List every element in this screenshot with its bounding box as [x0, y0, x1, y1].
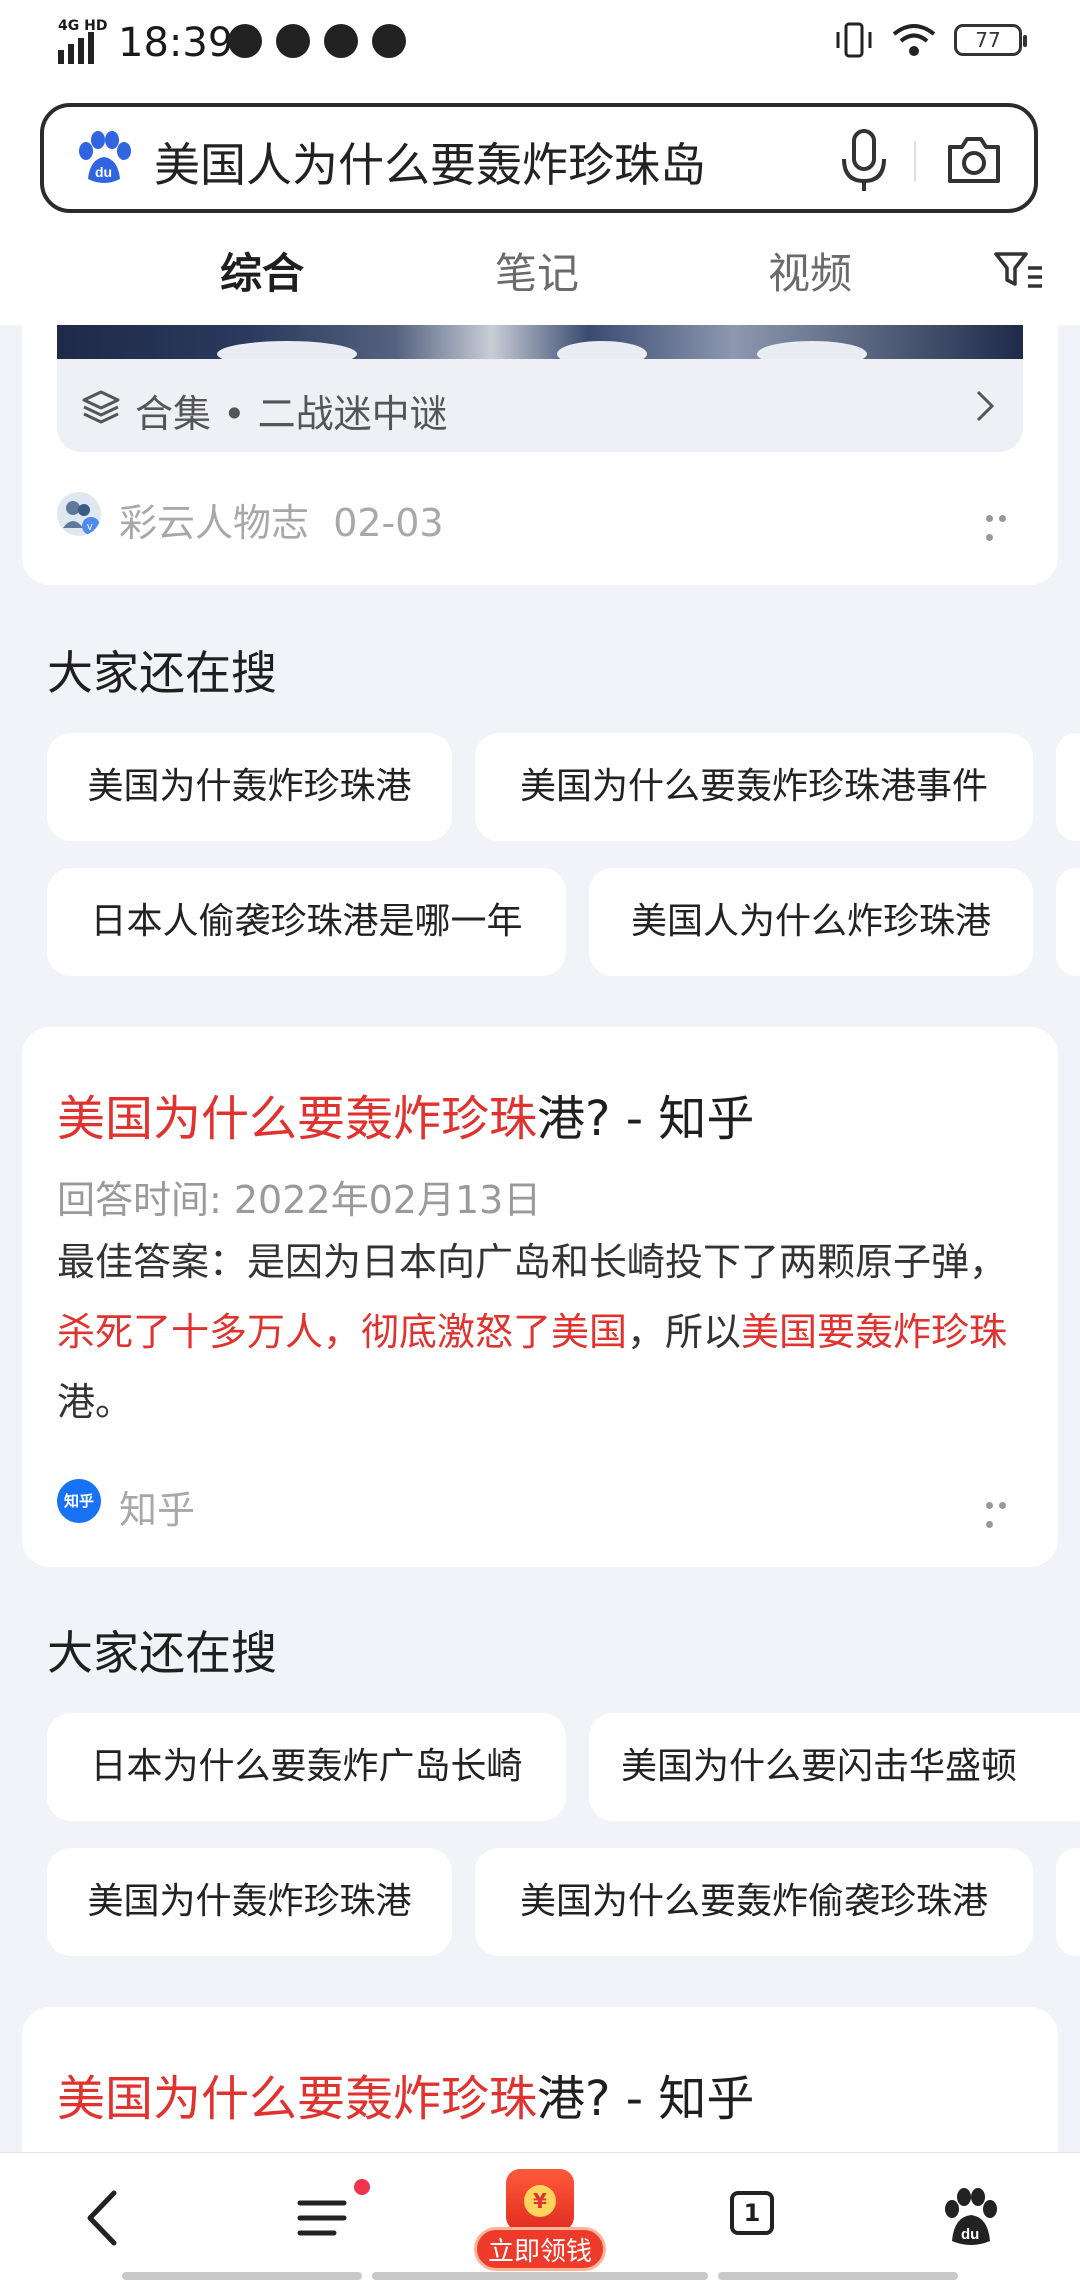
result-snippet: 最佳答案：是因为日本向广岛和长崎投下了两颗原子弹， 杀死了十多万人，彻底激怒了美国…	[57, 1227, 1023, 1437]
title-highlight: 美国为什么要轰炸珍珠	[57, 1091, 538, 1147]
more-options-icon[interactable]	[986, 507, 1020, 541]
snippet-highlight: 美国要轰炸珍珠	[741, 1310, 1008, 1354]
coin-icon: ¥	[524, 2185, 556, 2217]
title-rest: 港? - 知乎	[537, 1091, 755, 1147]
related-searches-title: 大家还在搜	[47, 1626, 277, 1680]
tab-notes[interactable]: 笔记	[495, 240, 579, 301]
answer-date: 回答时间: 2022年02月13日	[57, 1178, 542, 1222]
related-search-chip[interactable]: 日本为什么要轰炸广岛长崎	[47, 1713, 566, 1821]
tab-all[interactable]: 综合	[220, 240, 304, 301]
baidu-home-icon[interactable]: du	[936, 2183, 1006, 2253]
author-name[interactable]: 彩云人物志	[119, 501, 309, 545]
related-search-chip[interactable]: 美国人为什么炸珍珠港	[589, 868, 1033, 976]
microphone-icon[interactable]	[834, 125, 894, 195]
related-search-chip-overflow[interactable]	[1056, 868, 1080, 976]
related-search-chip-overflow[interactable]	[1056, 1848, 1080, 1956]
related-search-chip[interactable]: 日本人偷袭珍珠港是哪一年	[47, 868, 566, 976]
result-title[interactable]: 美国为什么要轰炸珍珠港? - 知乎	[57, 2059, 754, 2129]
cat-app-icon-2	[372, 24, 406, 58]
tab-videos[interactable]: 视频	[768, 240, 852, 301]
filter-icon[interactable]	[992, 248, 1044, 292]
camera-icon[interactable]	[944, 131, 1004, 187]
layers-icon	[82, 390, 120, 424]
speed-icon	[276, 24, 310, 58]
cloud-shape	[217, 341, 357, 359]
vibrate-icon	[836, 22, 872, 58]
chevron-right-icon	[976, 390, 995, 422]
collection-label: 合集 • 二战迷中谜	[135, 392, 448, 436]
gesture-bar	[718, 2272, 958, 2280]
menu-icon[interactable]	[290, 2183, 360, 2253]
source-name[interactable]: 知乎	[119, 1479, 195, 1534]
related-searches-title: 大家还在搜	[47, 646, 277, 700]
svg-text:du: du	[95, 164, 112, 180]
search-result-card[interactable]: 美国为什么要轰炸珍珠港? - 知乎 回答时间: 2022年02月13日 最佳答案…	[22, 1027, 1058, 1567]
snippet-highlight: 杀死了十多万人，彻底激怒了美国	[57, 1310, 628, 1354]
wifi-icon	[892, 24, 936, 56]
snippet-text: ，所以	[627, 1310, 742, 1354]
clock: 18:39	[118, 20, 234, 66]
search-divider	[914, 141, 916, 181]
gesture-bar	[372, 2272, 708, 2280]
post-date: 02-03	[333, 501, 444, 545]
video-thumbnail[interactable]	[57, 325, 1023, 359]
cloud-shape	[757, 341, 867, 359]
related-search-chip[interactable]: 美国为什轰炸珍珠港	[47, 733, 452, 841]
result-title[interactable]: 美国为什么要轰炸珍珠港? - 知乎	[57, 1079, 754, 1149]
snippet-text: 港。	[57, 1380, 134, 1424]
top-bar: 4G HD 18:39 77 du 美国人为什么要轰炸珍珠岛 综合 笔记 视频	[0, 0, 1080, 325]
snippet-text: 最佳答案：是因为日本向广岛和长崎投下了两颗原子弹，	[57, 1240, 1008, 1284]
related-search-chip[interactable]: 美国为什么要闪击华盛顿	[589, 1713, 1080, 1821]
related-search-chip[interactable]: 美国为什么要轰炸珍珠港事件	[475, 733, 1033, 841]
battery-indicator: 77	[954, 24, 1027, 56]
notification-dot	[354, 2179, 370, 2195]
red-envelope-icon[interactable]: ¥	[506, 2169, 574, 2231]
more-options-icon[interactable]	[986, 1494, 1020, 1528]
cloud-shape	[557, 341, 647, 359]
author-avatar[interactable]: v	[57, 492, 101, 536]
tab-count-button[interactable]: 1	[730, 2191, 774, 2235]
status-bar: 4G HD 18:39 77	[0, 0, 1080, 90]
title-rest: 港? - 知乎	[537, 2071, 755, 2127]
zhihu-logo-icon: 知乎	[57, 1479, 101, 1523]
related-search-chip[interactable]: 美国为什轰炸珍珠港	[47, 1848, 452, 1956]
reward-button[interactable]: 立即领钱	[474, 2227, 606, 2271]
svg-text:du: du	[961, 2226, 979, 2243]
related-search-chip[interactable]: 美国为什么要轰炸偷袭珍珠港	[475, 1848, 1033, 1956]
cell-signal-icon	[58, 32, 94, 64]
bottom-navigation-bar: ¥ 立即领钱 1 du	[0, 2152, 1080, 2281]
cat-app-icon	[324, 24, 358, 58]
svg-text:v: v	[87, 521, 93, 533]
wechat-icon	[228, 24, 262, 58]
baidu-paw-icon[interactable]: du	[74, 131, 134, 187]
video-result-card[interactable]: 合集 • 二战迷中谜 v 彩云人物志 02-03	[22, 300, 1058, 585]
title-highlight: 美国为什么要轰炸珍珠	[57, 2071, 538, 2127]
search-bar[interactable]: du 美国人为什么要轰炸珍珠岛	[40, 103, 1038, 213]
gesture-bar	[122, 2272, 362, 2280]
back-icon[interactable]	[70, 2183, 140, 2253]
related-search-chip-overflow[interactable]	[1056, 733, 1080, 841]
search-input[interactable]: 美国人为什么要轰炸珍珠岛	[154, 129, 706, 195]
collection-link[interactable]: 合集 • 二战迷中谜	[57, 359, 1023, 452]
author-info[interactable]: 彩云人物志 02-03	[119, 492, 444, 547]
